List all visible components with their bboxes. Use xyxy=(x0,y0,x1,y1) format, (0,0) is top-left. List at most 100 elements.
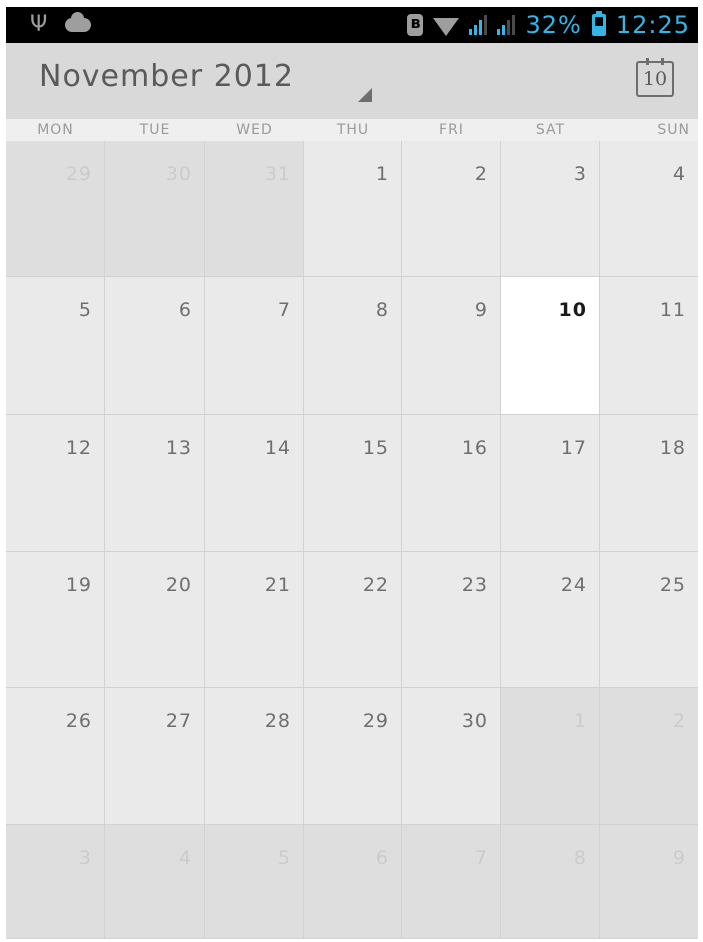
day-number: 1 xyxy=(573,710,587,732)
day-cell[interactable]: 26 xyxy=(6,688,105,825)
day-cell[interactable]: 1 xyxy=(304,141,402,277)
day-cell[interactable]: 5 xyxy=(6,277,105,415)
day-number: 29 xyxy=(362,710,389,732)
wifi-icon xyxy=(433,18,460,36)
day-number: 2 xyxy=(474,163,488,185)
day-cell[interactable]: 21 xyxy=(205,552,304,688)
day-cell-other-month[interactable]: 2 xyxy=(600,688,698,825)
dropdown-caret-icon[interactable] xyxy=(358,88,372,102)
signal-icon xyxy=(469,15,488,35)
weekday-label: SAT xyxy=(535,122,566,138)
day-number: 4 xyxy=(178,847,192,869)
day-cell-other-month[interactable]: 3 xyxy=(6,825,105,939)
status-bar: Ψ 32% 12:25 xyxy=(6,7,698,43)
day-cell[interactable]: 19 xyxy=(6,552,105,688)
calendar-app: Ψ 32% 12:25 November 2012 10 MON TUE WED TH… xyxy=(6,7,698,939)
day-number: 29 xyxy=(65,163,92,185)
day-cell[interactable]: 29 xyxy=(304,688,402,825)
day-number: 5 xyxy=(277,847,291,869)
weekday-label: SUN xyxy=(657,122,690,138)
day-cell[interactable]: 18 xyxy=(600,415,698,552)
day-cell-other-month[interactable]: 5 xyxy=(205,825,304,939)
day-number: 3 xyxy=(573,163,587,185)
day-cell[interactable]: 9 xyxy=(402,277,501,415)
day-number: 6 xyxy=(178,299,192,321)
day-cell[interactable]: 28 xyxy=(205,688,304,825)
day-cell[interactable]: 24 xyxy=(501,552,600,688)
day-cell[interactable]: 7 xyxy=(205,277,304,415)
day-cell[interactable]: 13 xyxy=(105,415,205,552)
day-cell[interactable]: 2 xyxy=(402,141,501,277)
day-number: 22 xyxy=(362,574,389,596)
day-number: 23 xyxy=(461,574,488,596)
weekday-label: FRI xyxy=(439,122,464,138)
day-number: 28 xyxy=(264,710,291,732)
day-cell-other-month[interactable]: 29 xyxy=(6,141,105,277)
day-number: 31 xyxy=(264,163,291,185)
weekday-label: MON xyxy=(37,122,74,138)
today-button-label: 10 xyxy=(642,68,668,90)
day-number: 9 xyxy=(672,847,686,869)
day-cell-today[interactable]: 10 xyxy=(501,277,600,415)
day-cell-other-month[interactable]: 6 xyxy=(304,825,402,939)
day-number: 27 xyxy=(165,710,192,732)
day-number: 21 xyxy=(264,574,291,596)
day-cell[interactable]: 20 xyxy=(105,552,205,688)
day-cell[interactable]: 3 xyxy=(501,141,600,277)
day-number: 17 xyxy=(560,437,587,459)
day-cell-other-month[interactable]: 4 xyxy=(105,825,205,939)
day-number: 24 xyxy=(560,574,587,596)
day-cell-other-month[interactable]: 7 xyxy=(402,825,501,939)
day-cell[interactable]: 15 xyxy=(304,415,402,552)
day-number: 30 xyxy=(165,163,192,185)
usb-icon: Ψ xyxy=(30,12,48,37)
day-number: 9 xyxy=(474,299,488,321)
day-number: 12 xyxy=(65,437,92,459)
day-cell[interactable]: 16 xyxy=(402,415,501,552)
day-cell[interactable]: 23 xyxy=(402,552,501,688)
day-cell[interactable]: 12 xyxy=(6,415,105,552)
day-number: 18 xyxy=(659,437,686,459)
day-number: 15 xyxy=(362,437,389,459)
day-number: 14 xyxy=(264,437,291,459)
day-number: 30 xyxy=(461,710,488,732)
weekday-label: THU xyxy=(336,122,370,138)
day-number: 4 xyxy=(672,163,686,185)
day-cell-other-month[interactable]: 1 xyxy=(501,688,600,825)
signal-icon xyxy=(497,15,516,35)
weekday-label: WED xyxy=(236,122,273,138)
day-number: 13 xyxy=(165,437,192,459)
day-cell[interactable]: 25 xyxy=(600,552,698,688)
battery-icon xyxy=(591,11,606,36)
day-cell[interactable]: 27 xyxy=(105,688,205,825)
day-cell-other-month[interactable]: 8 xyxy=(501,825,600,939)
day-number: 7 xyxy=(474,847,488,869)
day-cell-other-month[interactable]: 31 xyxy=(205,141,304,277)
day-number: 25 xyxy=(659,574,686,596)
month-selector[interactable]: November 2012 xyxy=(39,59,294,94)
day-cell-other-month[interactable]: 30 xyxy=(105,141,205,277)
day-cell[interactable]: 22 xyxy=(304,552,402,688)
day-cell[interactable]: 30 xyxy=(402,688,501,825)
day-number: 8 xyxy=(375,299,389,321)
day-number: 1 xyxy=(375,163,389,185)
day-cell-other-month[interactable]: 9 xyxy=(600,825,698,939)
bluetooth-icon xyxy=(407,13,424,36)
day-number: 11 xyxy=(659,299,686,321)
day-cell[interactable]: 4 xyxy=(600,141,698,277)
action-bar: November 2012 10 xyxy=(6,43,698,119)
day-number: 19 xyxy=(65,574,92,596)
day-cell[interactable]: 6 xyxy=(105,277,205,415)
day-number: 26 xyxy=(65,710,92,732)
day-number: 7 xyxy=(277,299,291,321)
day-cell[interactable]: 11 xyxy=(600,277,698,415)
day-number: 6 xyxy=(375,847,389,869)
day-cell[interactable]: 14 xyxy=(205,415,304,552)
day-cell[interactable]: 8 xyxy=(304,277,402,415)
weekday-label: TUE xyxy=(139,122,171,138)
battery-percent: 32% xyxy=(525,11,582,39)
day-cell[interactable]: 17 xyxy=(501,415,600,552)
day-number: 20 xyxy=(165,574,192,596)
day-number: 3 xyxy=(78,847,92,869)
today-button[interactable]: 10 xyxy=(636,58,674,97)
